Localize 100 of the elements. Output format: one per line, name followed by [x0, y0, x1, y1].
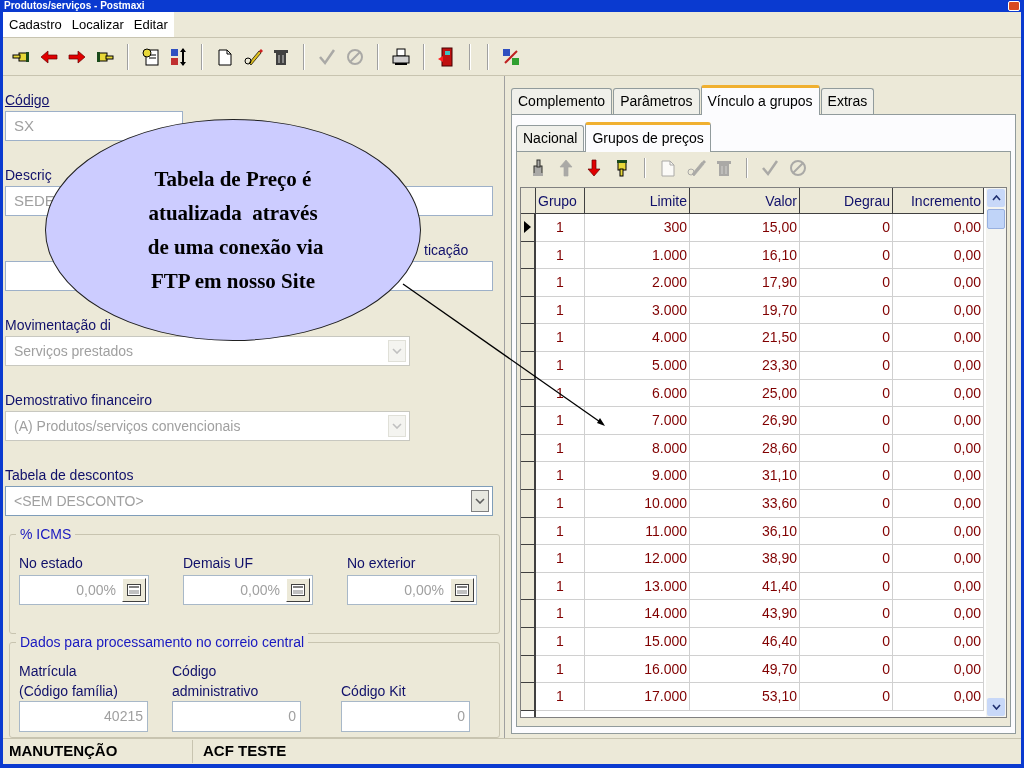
table-cell: 0 [800, 407, 893, 435]
status-text: ACF TESTE [202, 741, 287, 762]
table-cell: 0,00 [893, 296, 984, 325]
table-cell: 36,10 [690, 517, 800, 546]
table-cell: 0 [800, 351, 893, 380]
table-cell: 0 [800, 434, 893, 463]
header-corner-cell [521, 188, 536, 214]
table-cell: 16,10 [690, 241, 800, 270]
table-cell: 0,00 [893, 462, 984, 490]
printer-icon[interactable] [391, 46, 411, 67]
table-cell: 300 [585, 214, 690, 242]
table-cell: 1 [536, 517, 585, 546]
row-indicator[interactable] [521, 462, 536, 490]
column-header[interactable]: Valor [690, 188, 800, 214]
tab[interactable]: Vínculo a grupos [700, 85, 820, 115]
table-cell: 0 [800, 545, 893, 573]
table-cell: 11.000 [585, 517, 690, 546]
table-cell: 1.000 [585, 241, 690, 270]
table-cell: 0 [800, 572, 893, 601]
tools-icon[interactable] [501, 46, 521, 67]
field-label: Tabela de descontos [5, 467, 134, 483]
table-cell: 1 [536, 241, 585, 270]
row-indicator[interactable] [521, 683, 536, 711]
table-cell: 0,00 [893, 627, 984, 656]
table-cell: 26,90 [690, 407, 800, 435]
table-cell: 0,00 [893, 517, 984, 546]
row-indicator[interactable] [521, 296, 536, 325]
sort-icon[interactable] [169, 46, 189, 67]
table-cell: 1 [536, 545, 585, 573]
table-cell: 23,30 [690, 351, 800, 380]
table-cell: 0 [800, 600, 893, 628]
table-cell: 0,00 [893, 683, 984, 711]
new-document-icon[interactable] [215, 46, 235, 67]
menu-item[interactable]: Cadastro [9, 14, 62, 35]
scroll-thumb[interactable] [987, 209, 1005, 229]
arrow-icon[interactable] [584, 158, 604, 178]
table-cell: 0 [800, 241, 893, 270]
menu-item[interactable]: Localizar [71, 14, 124, 35]
table-cell: 1 [536, 683, 585, 711]
table-cell: 0,00 [893, 489, 984, 518]
field-label: Descriç [5, 167, 52, 183]
close-button[interactable] [1008, 1, 1020, 11]
row-indicator[interactable] [521, 572, 536, 601]
calculator-button[interactable] [450, 578, 474, 602]
row-indicator[interactable] [521, 545, 536, 573]
column-header[interactable]: Limite [585, 188, 690, 214]
row-indicator[interactable] [521, 517, 536, 546]
row-indicator[interactable] [521, 379, 536, 408]
row-indicator[interactable] [521, 434, 536, 463]
row-indicator[interactable] [521, 324, 536, 352]
table-cell: 0 [800, 296, 893, 325]
tab[interactable]: Extras [820, 88, 875, 114]
tab[interactable]: Nacional [516, 125, 585, 151]
row-pointer-icon [524, 221, 531, 234]
table-cell: 0 [800, 627, 893, 656]
row-indicator[interactable] [521, 407, 536, 435]
row-indicator[interactable] [521, 269, 536, 297]
document-search-icon[interactable] [141, 46, 161, 67]
tab[interactable]: Parâmetros [613, 88, 700, 114]
table-cell: 15,00 [690, 214, 800, 242]
calculator-button[interactable] [122, 578, 146, 602]
row-indicator[interactable] [521, 600, 536, 628]
table-cell: 1 [536, 600, 585, 628]
row-indicator[interactable] [521, 655, 536, 684]
table-cell: 19,70 [690, 296, 800, 325]
table-cell: 17.000 [585, 683, 690, 711]
tab[interactable]: Grupos de preços [585, 122, 711, 152]
row-indicator[interactable] [521, 214, 536, 242]
table-cell: 0 [800, 462, 893, 490]
pencil-icon[interactable] [243, 46, 263, 67]
table-cell: 41,40 [690, 572, 800, 601]
row-indicator[interactable] [521, 489, 536, 518]
row-indicator[interactable] [521, 627, 536, 656]
field-label: ticação [424, 242, 469, 258]
field-label: Código Kit [341, 682, 406, 701]
scrollbar[interactable] [986, 188, 1006, 717]
table-cell: 12.000 [585, 545, 690, 573]
field-label: No exterior [347, 554, 416, 573]
table-cell: 5.000 [585, 351, 690, 380]
column-header[interactable]: Grupo [536, 188, 585, 214]
table-cell: 0,00 [893, 351, 984, 380]
calculator-button[interactable] [286, 578, 310, 602]
table-cell: 0,00 [893, 407, 984, 435]
table-cell: 53,10 [690, 683, 800, 711]
scroll-down-icon[interactable] [991, 703, 1001, 710]
column-header[interactable]: Incremento [893, 188, 984, 214]
table-cell: 0,00 [893, 324, 984, 352]
table-cell: 0 [800, 517, 893, 546]
table-cell: 0,00 [893, 214, 984, 242]
table-cell: 0,00 [893, 269, 984, 297]
table-cell: 1 [536, 407, 585, 435]
scroll-up-icon[interactable] [991, 195, 1001, 201]
row-indicator[interactable] [521, 241, 536, 270]
field-label: Matrícula (Código família) [19, 662, 118, 701]
table-cell: 1 [536, 462, 585, 490]
column-header[interactable]: Degrau [800, 188, 893, 214]
menu-item[interactable]: Editar [133, 14, 168, 35]
tab[interactable]: Complemento [511, 88, 613, 114]
table-cell: 13.000 [585, 572, 690, 601]
field-label: Código [5, 92, 50, 108]
